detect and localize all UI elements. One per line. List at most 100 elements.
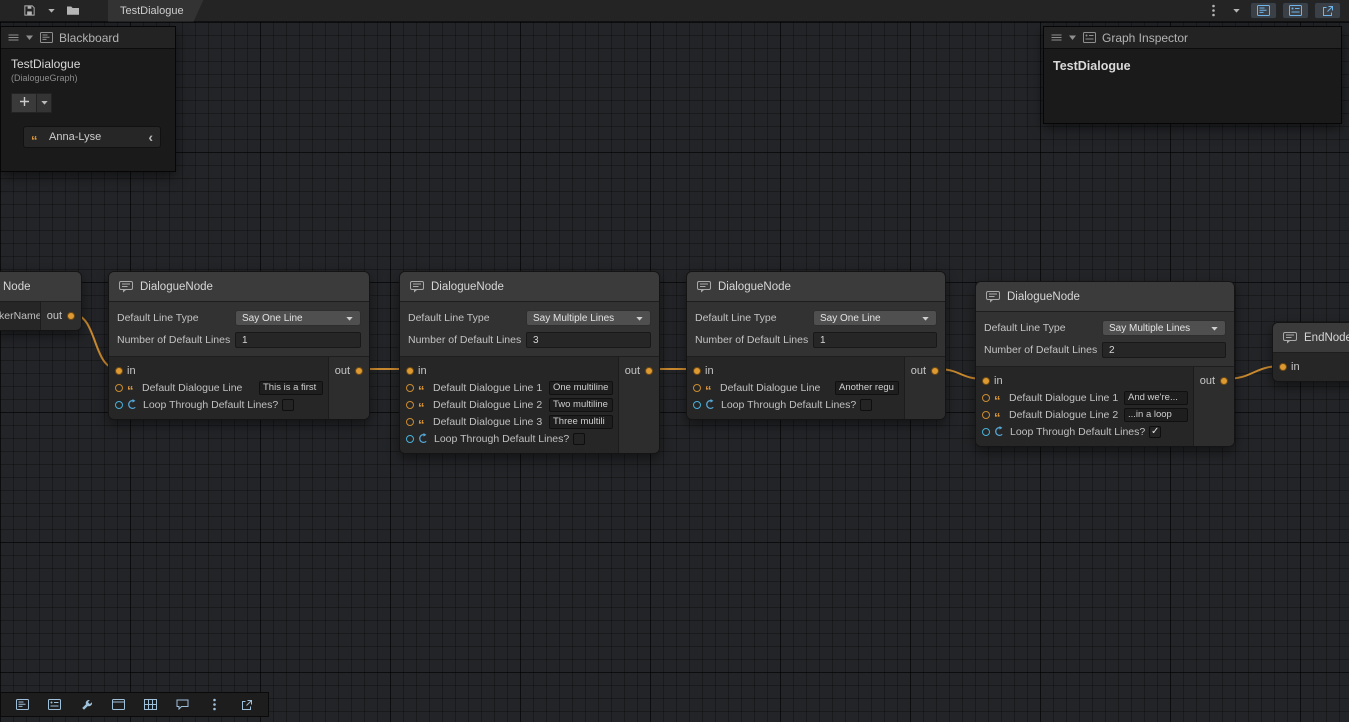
line-port[interactable] — [115, 384, 123, 392]
graph-inspector-toggle-button[interactable] — [40, 696, 69, 714]
line-port[interactable] — [693, 384, 701, 392]
minimap-toggle-button[interactable] — [104, 696, 133, 714]
node-title-bar[interactable]: DialogueNode — [109, 272, 369, 302]
graph-inspector-header[interactable]: Graph Inspector — [1044, 27, 1341, 49]
line-port[interactable] — [406, 384, 414, 392]
collapse-left-icon[interactable]: ‹ — [148, 132, 153, 142]
property-label: Number of Default Lines — [117, 334, 235, 346]
options-caret-button[interactable] — [1227, 2, 1245, 20]
line-port[interactable] — [982, 394, 990, 402]
enum-dropdown[interactable]: Say Multiple Lines — [526, 310, 651, 326]
line-text-field[interactable]: This is a first — [259, 381, 323, 395]
line-port[interactable] — [406, 401, 414, 409]
blackboard-field[interactable]: “ Anna-Lyse ‹ — [23, 126, 161, 148]
line-text-field[interactable]: Two multiline — [549, 398, 613, 412]
input-port[interactable] — [406, 367, 414, 375]
number-field[interactable]: 2 — [1102, 342, 1226, 358]
line-text-field[interactable]: One multiline — [549, 381, 613, 395]
graph-inspector-graph-name: TestDialogue — [1053, 59, 1332, 73]
graph-tab[interactable]: TestDialogue — [108, 0, 204, 22]
output-ports: out — [40, 302, 81, 330]
dialogue-node-4[interactable]: DialogueNode Default Line Type Say Multipl… — [975, 281, 1235, 447]
line-control: Three multili — [549, 415, 613, 429]
loop-port[interactable] — [406, 435, 414, 443]
enum-dropdown[interactable]: Say One Line — [813, 310, 937, 326]
caret-down-icon — [47, 6, 56, 15]
options-menu-button[interactable] — [1204, 2, 1222, 20]
loop-port[interactable] — [115, 401, 123, 409]
input-port[interactable] — [115, 367, 123, 375]
input-port[interactable] — [982, 377, 990, 385]
node-properties: Default Line TypeSay Multiple LinesNumbe… — [976, 312, 1234, 367]
end-node[interactable]: EndNodein — [1272, 322, 1349, 382]
input-port-label: in — [127, 365, 136, 377]
line-text-field[interactable]: Three multili — [549, 415, 613, 429]
add-property-options-button[interactable] — [37, 93, 52, 113]
enum-dropdown[interactable]: Say Multiple Lines — [1102, 320, 1226, 336]
dropdown-value: Say Multiple Lines — [1109, 323, 1190, 334]
property-row: Default Line TypeSay One Line — [117, 309, 361, 327]
speaker-node-partial[interactable]: NodekerNameout — [0, 271, 82, 331]
line-text-field[interactable]: ...in a loop — [1124, 408, 1188, 422]
foldout-icon[interactable] — [1068, 33, 1077, 42]
input-port[interactable] — [1279, 363, 1287, 371]
output-port[interactable] — [355, 367, 363, 375]
line-port[interactable] — [982, 411, 990, 419]
dialogue-node-3[interactable]: DialogueNodeDefault Line TypeSay One Lin… — [686, 271, 946, 420]
graph-inspector-toggle-button[interactable] — [1282, 2, 1309, 19]
output-port[interactable] — [67, 312, 75, 320]
loop-checkbox[interactable] — [573, 433, 585, 445]
node-title-bar[interactable]: EndNode — [1273, 323, 1349, 353]
blackboard-panel[interactable]: Blackboard TestDialogue (DialogueGraph) … — [0, 26, 176, 172]
node-title-bar[interactable]: DialogueNode — [400, 272, 659, 302]
board-view-button[interactable] — [136, 696, 165, 714]
line-text-field[interactable]: Another regu — [835, 381, 899, 395]
loop-row: Loop Through Default Lines? — [115, 396, 328, 413]
output-port[interactable] — [931, 367, 939, 375]
node-title-label: DialogueNode — [431, 281, 504, 293]
loop-checkbox[interactable]: ✓ — [1149, 426, 1161, 438]
property-label: Default Line Type — [984, 322, 1102, 334]
node-title-bar[interactable]: DialogueNode — [687, 272, 945, 302]
loop-checkbox[interactable] — [860, 399, 872, 411]
node-title-label: DialogueNode — [718, 281, 791, 293]
number-field[interactable]: 3 — [526, 332, 651, 348]
node-title-bar[interactable]: Node — [0, 272, 81, 302]
foldout-icon[interactable] — [25, 33, 34, 42]
line-port[interactable] — [406, 418, 414, 426]
input-port[interactable] — [693, 367, 701, 375]
dialogue-preview-button[interactable] — [168, 696, 197, 714]
loop-port[interactable] — [982, 428, 990, 436]
loop-port[interactable] — [693, 401, 701, 409]
number-field[interactable]: 1 — [813, 332, 937, 348]
loop-row: Loop Through Default Lines?✓ — [982, 423, 1193, 440]
more-options-button[interactable] — [200, 696, 229, 714]
line-text-field[interactable]: And we're... — [1124, 391, 1188, 405]
add-property-button[interactable] — [11, 93, 37, 113]
property-label: Default Line Type — [408, 312, 526, 324]
blackboard-toggle-button[interactable] — [8, 696, 37, 714]
enum-dropdown[interactable]: Say One Line — [235, 310, 361, 326]
output-port[interactable] — [1220, 377, 1228, 385]
dialogue-node-1[interactable]: DialogueNode Default Line TypeSay One Lin… — [108, 271, 370, 420]
output-port[interactable] — [645, 367, 653, 375]
blackboard-header[interactable]: Blackboard — [1, 27, 175, 49]
output-port-label: out — [625, 365, 640, 377]
property-row: Number of Default Lines1 — [695, 331, 937, 349]
blackboard-title: Blackboard — [59, 31, 119, 45]
preferences-button[interactable] — [72, 696, 101, 714]
save-options-button[interactable] — [42, 2, 60, 20]
open-asset-button[interactable] — [64, 2, 82, 20]
number-field[interactable]: 1 — [235, 332, 361, 348]
loop-checkbox[interactable] — [282, 399, 294, 411]
blackboard-toggle-button[interactable] — [1250, 2, 1277, 19]
save-button[interactable] — [20, 2, 38, 20]
output-port-row: out — [47, 307, 75, 324]
node-title-bar[interactable]: DialogueNode — [976, 282, 1234, 312]
folder-icon — [66, 5, 80, 16]
output-port-label: out — [47, 310, 62, 322]
graph-inspector-panel[interactable]: Graph Inspector TestDialogue — [1043, 26, 1342, 124]
maximize-button[interactable] — [1314, 2, 1341, 19]
open-external-button[interactable] — [232, 696, 261, 714]
dialogue-node-2[interactable]: DialogueNode Default Line TypeSay Multipl… — [399, 271, 660, 454]
